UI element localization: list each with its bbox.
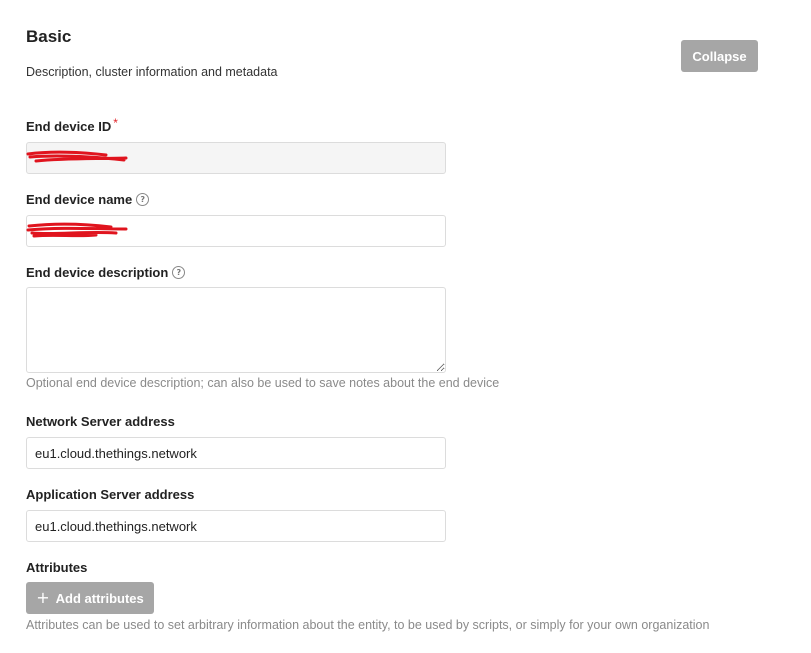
end-device-description-textarea[interactable]: [26, 287, 446, 373]
add-attributes-label: Add attributes: [55, 590, 144, 606]
application-server-address-input[interactable]: [26, 510, 446, 542]
application-server-address-label: Application Server address: [26, 487, 194, 502]
end-device-description-label: End device description ?: [26, 265, 186, 280]
attributes-label-text: Attributes: [26, 560, 88, 575]
plus-icon: +: [36, 588, 50, 607]
section-description: Description, cluster information and met…: [26, 65, 278, 79]
network-server-address-label-text: Network Server address: [26, 414, 175, 429]
application-server-address-label-text: Application Server address: [26, 487, 195, 502]
section-title: Basic: [26, 27, 72, 46]
end-device-description-label-text: End device description: [26, 265, 169, 280]
end-device-description-hint: Optional end device description; can als…: [26, 376, 500, 390]
help-circle-icon[interactable]: ?: [172, 266, 186, 279]
collapse-button[interactable]: Collapse: [681, 40, 758, 72]
attributes-label: Attributes: [26, 560, 87, 575]
network-server-address-input[interactable]: [26, 437, 446, 469]
attributes-hint: Attributes can be used to set arbitrary …: [26, 618, 710, 632]
required-indicator: *: [113, 115, 118, 130]
end-device-id-label-text: End device ID: [26, 119, 112, 134]
end-device-id-input[interactable]: [26, 142, 446, 174]
end-device-id-label: End device ID *: [26, 115, 118, 135]
add-attributes-button[interactable]: + Add attributes: [26, 582, 154, 614]
end-device-name-label-text: End device name: [26, 192, 133, 207]
help-circle-icon[interactable]: ?: [136, 193, 150, 206]
network-server-address-label: Network Server address: [26, 414, 175, 429]
end-device-name-label: End device name ?: [26, 192, 150, 207]
end-device-name-input[interactable]: [26, 215, 446, 247]
